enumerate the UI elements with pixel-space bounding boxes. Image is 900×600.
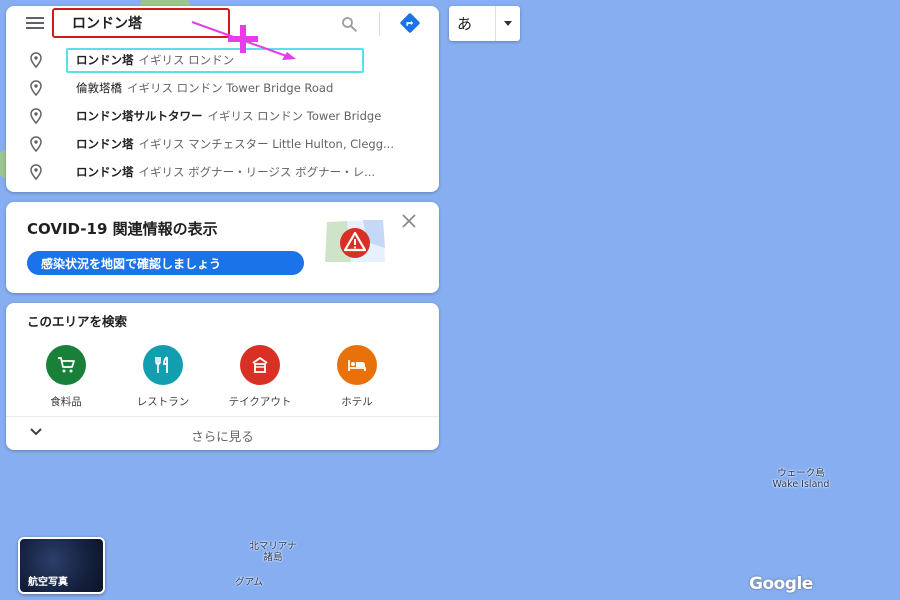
hotel-icon <box>348 360 366 371</box>
category-label: 食料品 <box>50 396 82 408</box>
search-divider <box>379 12 380 36</box>
category-takeout[interactable]: テイクアウト <box>215 345 305 409</box>
input-method-divider <box>495 6 496 41</box>
suggestion-sub: イギリス マンチェスター Little Hulton, Clegg... <box>138 137 395 151</box>
suggestion-sub: イギリス ボグナー・リージス ボグナー・レ... <box>138 165 376 179</box>
suggestion-item[interactable]: ロンドン塔 イギリス マンチェスター Little Hulton, Clegg..… <box>6 130 439 158</box>
place-pin-icon <box>30 52 42 68</box>
suggestion-item[interactable]: ロンドン塔 イギリス ロンドン <box>6 46 439 74</box>
place-pin-icon <box>30 136 42 152</box>
category-groceries[interactable]: 食料品 <box>21 345 111 409</box>
category-label: レストラン <box>136 396 190 408</box>
map-label-guam: グアム <box>226 577 272 588</box>
directions-icon[interactable] <box>399 12 421 34</box>
explore-title: このエリアを検索 <box>27 314 128 329</box>
covid-info-card: COVID-19 関連情報の表示 感染状況を地図で確認しましょう <box>6 202 439 293</box>
suggestion-main: ロンドン塔 <box>76 137 134 151</box>
restaurant-icon <box>155 356 168 373</box>
search-bar <box>6 6 439 40</box>
input-method-selector[interactable]: あ <box>449 6 520 41</box>
see-more-button[interactable]: さらに見る <box>6 417 439 450</box>
map-label-northern-marianas: 北マリアナ 諸島 <box>236 541 310 563</box>
suggestion-sub: イギリス ロンドン Tower Bridge <box>207 109 382 123</box>
category-restaurants[interactable]: レストラン <box>118 345 208 409</box>
map-label-text: 諸島 <box>263 552 283 563</box>
map-label-text: グアム <box>235 577 263 588</box>
hamburger-menu-icon[interactable] <box>26 17 44 29</box>
google-logo-text: Google <box>749 574 813 594</box>
place-pin-icon <box>30 108 42 124</box>
map-label-wake-island: ウェーク島 Wake Island <box>766 468 836 490</box>
satellite-toggle[interactable]: 航空写真 <box>18 537 105 594</box>
search-panel: ロンドン塔イギリス ロンドン 倫敦塔橋イギリス ロンドン Tower Bridg… <box>6 6 439 192</box>
suggestion-main: 倫敦塔橋 <box>76 81 122 95</box>
search-input[interactable] <box>52 8 230 38</box>
caret-down-icon[interactable] <box>504 21 512 26</box>
category-hotels[interactable]: ホテル <box>312 345 402 409</box>
takeout-icon <box>252 357 268 373</box>
covid-title: COVID-19 関連情報の表示 <box>27 220 218 238</box>
hotels-circle <box>337 345 377 385</box>
suggestion-item[interactable]: ロンドン塔サルトタワー イギリス ロンドン Tower Bridge <box>6 102 439 130</box>
search-icon[interactable] <box>340 15 358 33</box>
see-more-label: さらに見る <box>191 429 254 444</box>
map-label-text: Wake Island <box>772 479 830 490</box>
takeout-circle <box>240 345 280 385</box>
satellite-label: 航空写真 <box>28 577 68 588</box>
cart-icon <box>58 357 75 373</box>
suggestion-sub: イギリス ロンドン <box>138 53 235 67</box>
input-method-label: あ <box>457 15 473 33</box>
suggestion-main: ロンドン塔サルトタワー <box>76 109 203 123</box>
google-logo: Google <box>749 574 813 594</box>
restaurants-circle <box>143 345 183 385</box>
place-pin-icon <box>30 80 42 96</box>
category-label: テイクアウト <box>228 396 292 408</box>
category-label: ホテル <box>341 396 373 408</box>
suggestion-list: ロンドン塔 イギリス ロンドン 倫敦塔橋 イギリス ロンドン Tower Bridg… <box>6 46 439 186</box>
groceries-circle <box>46 345 86 385</box>
suggestion-main: ロンドン塔 <box>76 53 134 67</box>
explore-area-card: このエリアを検索 食料品 レストラン テイクアウト ホテル さらに見る <box>6 303 439 450</box>
map-label-text: 北マリアナ <box>249 541 297 552</box>
suggestion-sub: イギリス ロンドン Tower Bridge Road <box>127 81 334 95</box>
covid-map-button[interactable]: 感染状況を地図で確認しましょう <box>27 251 304 275</box>
place-pin-icon <box>30 164 42 180</box>
suggestion-main: ロンドン塔 <box>76 165 134 179</box>
map-label-text: ウェーク島 <box>777 468 825 479</box>
suggestion-item[interactable]: 倫敦塔橋 イギリス ロンドン Tower Bridge Road <box>6 74 439 102</box>
covid-warning-map-icon <box>325 220 385 262</box>
suggestion-item[interactable]: ロンドン塔 イギリス ボグナー・リージス ボグナー・レ... <box>6 158 439 186</box>
close-icon[interactable] <box>402 214 416 228</box>
